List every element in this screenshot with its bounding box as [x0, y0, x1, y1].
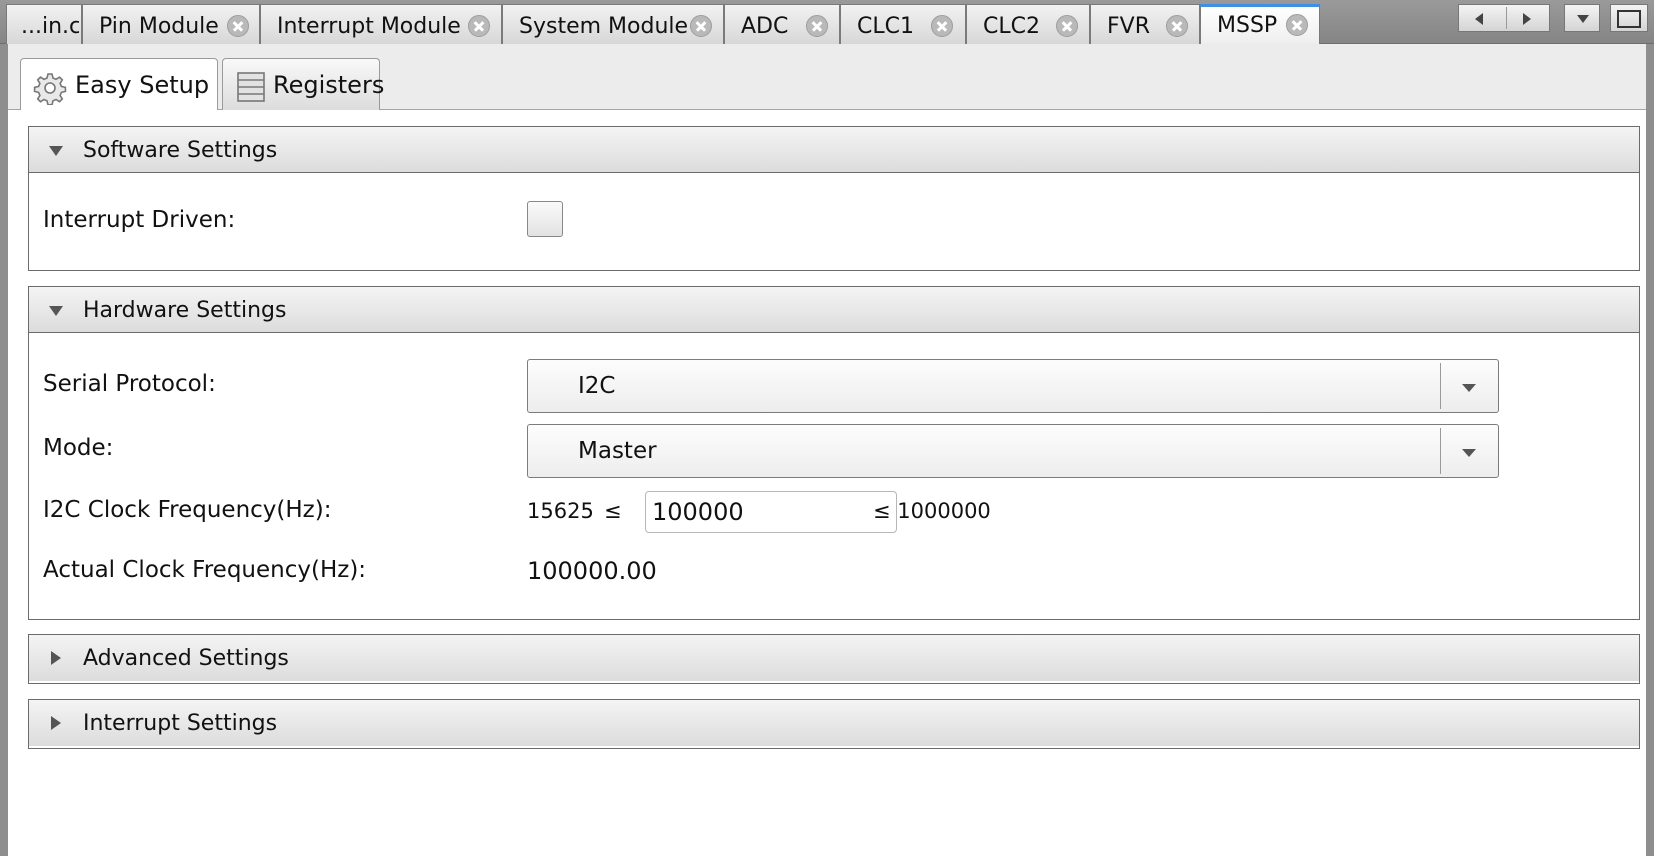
doc-tab-main-c[interactable]: ...in.c — [6, 4, 82, 44]
document-tab-strip: ...in.c Pin Module Interrupt Module Syst… — [0, 0, 1654, 45]
maximize-icon — [1617, 10, 1641, 28]
doc-tab-label: FVR — [1107, 14, 1150, 39]
section-title: Hardware Settings — [83, 298, 287, 323]
hardware-settings-header[interactable]: Hardware Settings — [29, 287, 1639, 333]
close-tab-icon[interactable] — [1286, 14, 1308, 36]
doc-tab-label: ADC — [741, 14, 789, 39]
software-settings-section: Software Settings Interrupt Driven: — [28, 126, 1640, 271]
chevron-down-icon — [1462, 449, 1476, 457]
section-title: Software Settings — [83, 138, 278, 163]
tab-list-dropdown[interactable] — [1564, 4, 1600, 32]
hardware-settings-section: Hardware Settings Serial Protocol: I2C M… — [28, 286, 1640, 620]
software-settings-header[interactable]: Software Settings — [29, 127, 1639, 173]
clock-min-value: 15625 — [527, 499, 594, 523]
window-frame-right — [1646, 44, 1654, 856]
advanced-settings-section: Advanced Settings — [28, 634, 1640, 684]
doc-tab-adc[interactable]: ADC — [724, 4, 840, 44]
serial-protocol-value: I2C — [578, 373, 616, 399]
actual-clock-frequency-value: 100000.00 — [527, 557, 657, 585]
doc-tab-label: CLC2 — [983, 14, 1040, 39]
less-equal-symbol: ≤ — [604, 499, 622, 523]
tab-label: Easy Setup — [75, 71, 210, 99]
close-tab-icon[interactable] — [690, 15, 712, 37]
doc-tab-mssp[interactable]: MSSP — [1200, 4, 1320, 45]
gear-icon — [33, 71, 67, 106]
section-title: Interrupt Settings — [83, 711, 278, 736]
tab-label: Registers — [273, 71, 385, 99]
tab-registers[interactable]: Registers — [222, 58, 384, 110]
mode-label: Mode: — [43, 435, 114, 461]
interrupt-driven-label: Interrupt Driven: — [43, 207, 236, 233]
interrupt-settings-section: Interrupt Settings — [28, 699, 1640, 749]
close-tab-icon[interactable] — [227, 15, 249, 37]
close-tab-icon[interactable] — [1056, 15, 1078, 37]
doc-tab-clc2[interactable]: CLC2 — [966, 4, 1090, 44]
chevron-down-icon — [1577, 15, 1589, 23]
collapse-arrow-icon — [49, 146, 63, 156]
window-frame-left — [0, 44, 8, 856]
doc-tab-system-module[interactable]: System Module — [502, 4, 724, 44]
section-title: Advanced Settings — [83, 646, 289, 671]
chevron-down-icon — [1462, 384, 1476, 392]
doc-tab-pin-module[interactable]: Pin Module — [82, 4, 260, 44]
maximize-button[interactable] — [1610, 4, 1648, 32]
serial-protocol-label: Serial Protocol: — [43, 371, 216, 397]
doc-tab-fvr[interactable]: FVR — [1090, 4, 1200, 44]
collapse-arrow-icon — [49, 306, 63, 316]
doc-tab-clc1[interactable]: CLC1 — [840, 4, 966, 44]
expand-arrow-icon — [51, 716, 61, 730]
i2c-clock-frequency-input[interactable]: 100000 — [645, 491, 897, 533]
close-tab-icon[interactable] — [806, 15, 828, 37]
expand-arrow-icon — [51, 651, 61, 665]
registers-icon — [237, 72, 265, 102]
doc-tab-label: CLC1 — [857, 14, 914, 39]
doc-tab-interrupt-module[interactable]: Interrupt Module — [260, 4, 502, 44]
serial-protocol-select[interactable]: I2C — [527, 359, 1499, 413]
mode-select[interactable]: Master — [527, 424, 1499, 478]
tab-scroll-buttons — [1458, 4, 1550, 32]
close-tab-icon[interactable] — [468, 15, 490, 37]
actual-clock-frequency-label: Actual Clock Frequency(Hz): — [43, 557, 367, 583]
close-tab-icon[interactable] — [931, 15, 953, 37]
scroll-right-icon[interactable] — [1523, 13, 1531, 25]
doc-tab-label: Pin Module — [99, 14, 219, 39]
doc-tab-label: Interrupt Module — [277, 14, 461, 39]
tab-easy-setup[interactable]: Easy Setup — [20, 58, 218, 111]
clock-max-value: ≤ 1000000 — [873, 499, 991, 523]
close-tab-icon[interactable] — [1166, 15, 1188, 37]
interrupt-settings-header[interactable]: Interrupt Settings — [29, 700, 1639, 746]
easy-setup-panel: Software Settings Interrupt Driven: Hard… — [8, 110, 1646, 856]
doc-tab-label: System Module — [519, 14, 689, 39]
scroll-left-icon[interactable] — [1475, 13, 1483, 25]
advanced-settings-header[interactable]: Advanced Settings — [29, 635, 1639, 681]
interrupt-driven-checkbox[interactable] — [527, 201, 563, 237]
view-tab-bar: Easy Setup Registers — [8, 44, 1646, 111]
i2c-clock-frequency-label: I2C Clock Frequency(Hz): — [43, 497, 332, 523]
doc-tab-label: ...in.c — [21, 14, 79, 39]
doc-tab-label: MSSP — [1217, 13, 1278, 38]
mode-value: Master — [578, 438, 657, 464]
